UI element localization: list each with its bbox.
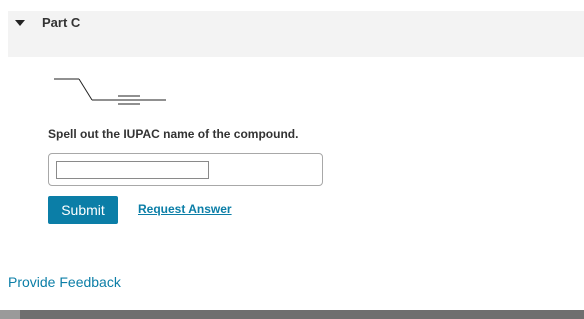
answer-box (48, 153, 323, 186)
part-title: Part C (42, 15, 81, 30)
request-answer-link[interactable]: Request Answer (138, 202, 232, 216)
page: Part C Spell out the IUPAC name of the c… (0, 0, 584, 319)
provide-feedback-link[interactable]: Provide Feedback (8, 274, 121, 290)
triangle-down-icon[interactable] (15, 20, 25, 26)
bond-line (78, 78, 93, 101)
skeletal-structure-image (54, 78, 166, 105)
bottom-taskbar-strip (0, 310, 584, 319)
taskbar-edge (0, 310, 20, 319)
submit-button[interactable]: Submit (48, 196, 118, 224)
part-header[interactable] (8, 11, 584, 57)
question-prompt: Spell out the IUPAC name of the compound… (48, 127, 299, 141)
answer-input[interactable] (56, 161, 209, 179)
